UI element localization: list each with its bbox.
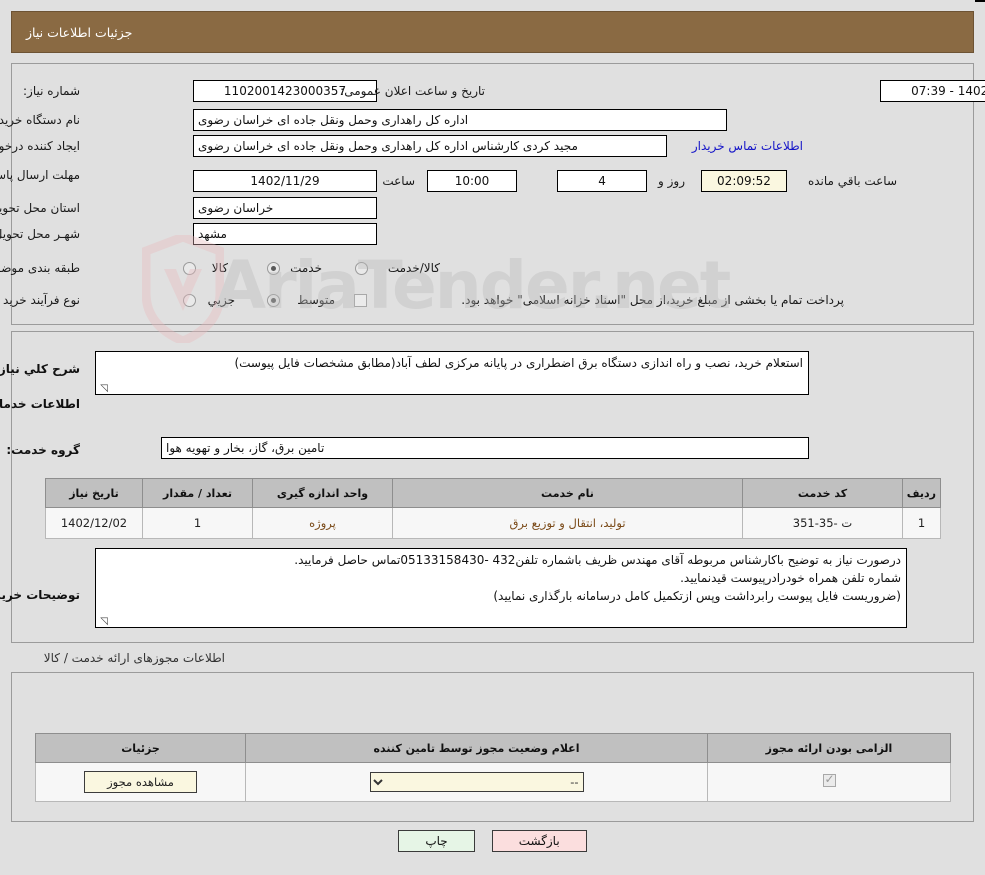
cell-service-name: تولید، انتقال و توزیع برق xyxy=(392,507,743,539)
announce-value: 1402/11/25 - 07:39 xyxy=(880,80,985,102)
radio-process-jozi[interactable] xyxy=(183,294,196,307)
cell-need-date: 1402/12/02 xyxy=(45,507,143,539)
col-permit-required: الزامی بودن ارائه مجوز xyxy=(707,733,951,763)
cell-service-code: ت -35-351 xyxy=(742,507,903,539)
radio-process-motevaset-label: متوسط xyxy=(297,293,335,307)
permits-row: -- مشاهده مجوز xyxy=(35,762,951,802)
deadline-time-value: 10:00 xyxy=(427,170,517,192)
resize-grip-icon[interactable]: ◹ xyxy=(98,384,108,394)
description-label: شرح کلي نیاز: xyxy=(0,362,80,376)
category-label: طبقه بندی موضوعی: xyxy=(0,261,80,275)
permits-table: الزامی بودن ارائه مجوز اعلام وضعیت مجوز … xyxy=(35,733,951,802)
service-group-value: تامین برق، گاز، بخار و تهویه هوا xyxy=(161,437,809,459)
buyer-notes-line-3: (ضروریست فایل پیوست رابرداشت وپس ازتکمیل… xyxy=(493,589,901,603)
countdown-value: 02:09:52 xyxy=(701,170,787,192)
table-row: 1 ت -35-351 تولید، انتقال و توزیع برق پر… xyxy=(45,507,941,539)
buyer-notes-label: توضیحات خریدار: xyxy=(0,588,80,602)
province-value: خراسان رضوی xyxy=(193,197,377,219)
cell-permit-required xyxy=(707,762,951,802)
radio-category-kala-khedmat[interactable] xyxy=(355,262,368,275)
radio-category-kala-khedmat-label: کالا/خدمت xyxy=(387,261,440,275)
page-title: جزئیات اطلاعات نیاز xyxy=(26,24,133,40)
col-service-name: نام خدمت xyxy=(392,478,743,508)
radio-category-khedmat-label: خدمت xyxy=(290,261,322,275)
deadline-label: مهلت ارسال پاسخ: تا تاریخ: xyxy=(0,168,80,182)
announce-label: تاریخ و ساعت اعلان عمومی: xyxy=(340,84,485,98)
creator-label: ایجاد کننده درخواست: xyxy=(0,139,80,153)
radio-process-jozi-label: جزیي xyxy=(207,293,235,307)
remaining-label: ساعت باقي مانده xyxy=(807,174,897,188)
col-service-code: کد خدمت xyxy=(742,478,903,508)
city-value: مشهد xyxy=(193,223,377,245)
cell-unit: پروژه xyxy=(252,507,393,539)
page-header-bar: جزئیات اطلاعات نیاز xyxy=(11,11,974,53)
permit-status-dropdown[interactable]: -- xyxy=(369,772,584,792)
treasury-note-text: پرداخت تمام یا بخشی از مبلغ خرید،از محل … xyxy=(461,293,844,307)
buyer-notes-line-1: درصورت نیاز به توضیح باکارشناس مربوطه آق… xyxy=(294,553,901,567)
table-header-row: ردیف کد خدمت نام خدمت واحد اندازه گیری ت… xyxy=(45,478,941,508)
deadline-date-value: 1402/11/29 xyxy=(193,170,377,192)
service-group-label: گروه خدمت: xyxy=(6,443,80,457)
radio-category-kala[interactable] xyxy=(183,262,196,275)
creator-value: مجید کردی کارشناس اداره کل راهداری وحمل … xyxy=(193,135,667,157)
need-info-panel xyxy=(11,63,974,325)
cell-permit-status: -- xyxy=(245,762,708,802)
city-label: شهـر محل تحویل: xyxy=(0,227,80,241)
need-number-label: شماره نیاز: xyxy=(23,84,80,98)
cell-row-number: 1 xyxy=(902,507,941,539)
permits-header-row: الزامی بودن ارائه مجوز اعلام وضعیت مجوز … xyxy=(35,733,951,763)
permits-heading: اطلاعات مجوزهای ارائه خدمت / کالا xyxy=(43,651,225,665)
resize-grip-icon[interactable]: ◹ xyxy=(98,617,108,627)
days-label: روز و xyxy=(658,174,685,188)
buyer-notes-textarea[interactable]: درصورت نیاز به توضیح باکارشناس مربوطه آق… xyxy=(95,548,907,628)
cell-permit-details: مشاهده مجوز xyxy=(35,762,246,802)
view-permit-button[interactable]: مشاهده مجوز xyxy=(84,771,197,793)
print-button[interactable]: چاپ xyxy=(398,830,475,852)
page-root: AriaTender.net جزئیات اطلاعات نیاز شماره… xyxy=(0,0,985,875)
radio-process-motevaset[interactable] xyxy=(267,294,280,307)
buyer-org-value: اداره کل راهداری وحمل ونقل جاده ای خراسا… xyxy=(193,109,727,131)
radio-category-khedmat[interactable] xyxy=(267,262,280,275)
footer-button-bar: بازگشت چاپ xyxy=(0,830,985,852)
days-value: 4 xyxy=(557,170,647,192)
col-need-date: تاریخ نیاز xyxy=(45,478,143,508)
col-unit: واحد اندازه گیری xyxy=(252,478,393,508)
buyer-org-label: نام دستگاه خریدار: xyxy=(0,113,80,127)
province-label: استان محل تحویل: xyxy=(0,201,80,215)
treasury-docs-checkbox[interactable] xyxy=(354,294,367,307)
cell-quantity: 1 xyxy=(142,507,253,539)
process-label: نوع فرآیند خرید : xyxy=(0,293,80,307)
hour-label: ساعت xyxy=(382,174,415,188)
col-permit-details: جزئیات xyxy=(35,733,246,763)
services-table: ردیف کد خدمت نام خدمت واحد اندازه گیری ت… xyxy=(45,478,941,539)
col-row: ردیف xyxy=(902,478,941,508)
buyer-notes-line-2: شماره تلفن همراه خودرادرپیوست قیدنمایید. xyxy=(680,571,901,585)
services-heading: اطلاعات خدمات مورد نیاز xyxy=(0,397,80,411)
col-quantity: تعداد / مقدار xyxy=(142,478,253,508)
permit-required-checkbox xyxy=(822,772,836,787)
description-value: استعلام خرید، نصب و راه اندازی دستگاه بر… xyxy=(234,356,803,370)
buyer-contact-link[interactable]: اطلاعات تماس خریدار xyxy=(692,139,803,153)
col-permit-status: اعلام وضعیت مجوز توسط تامین کننده xyxy=(245,733,708,763)
description-textarea[interactable]: استعلام خرید، نصب و راه اندازی دستگاه بر… xyxy=(95,351,809,395)
radio-category-kala-label: کالا xyxy=(211,261,228,275)
back-button[interactable]: بازگشت xyxy=(491,830,587,852)
